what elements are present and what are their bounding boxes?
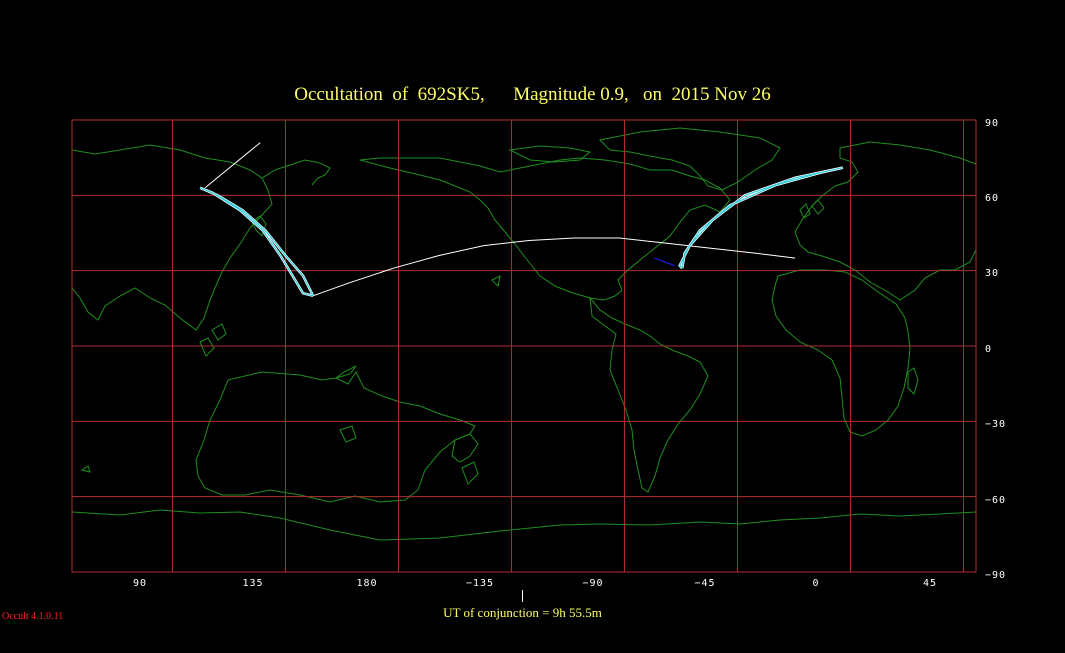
short-segment bbox=[654, 257, 675, 267]
centre-track bbox=[204, 142, 261, 189]
coastline bbox=[589, 296, 709, 493]
lat-label: −30 bbox=[985, 419, 1007, 430]
lon-label: 90 bbox=[132, 578, 148, 589]
coastline bbox=[261, 159, 331, 186]
coastline bbox=[195, 371, 476, 503]
lat-label: 30 bbox=[985, 268, 1000, 279]
ut-of-conjunction: UT of conjunction = 9h 55.5m bbox=[443, 605, 602, 620]
limit-loop-pacific-outline bbox=[199, 186, 315, 298]
lon-label: −90 bbox=[582, 578, 604, 589]
limit-loop-atlantic bbox=[678, 167, 844, 269]
coastline bbox=[794, 141, 977, 301]
lon-label: 45 bbox=[922, 578, 938, 589]
lon-label: −135 bbox=[465, 578, 495, 589]
limit-loop-atlantic-outline bbox=[678, 166, 844, 270]
coastline bbox=[508, 145, 592, 163]
lon-label: 0 bbox=[812, 578, 820, 589]
coastline bbox=[771, 269, 911, 437]
coastline bbox=[491, 275, 501, 288]
occultation-tracks bbox=[199, 142, 844, 298]
lon-label: 180 bbox=[356, 578, 378, 589]
lat-label: 60 bbox=[985, 193, 1000, 204]
app-version: Occult 4.1.0.11 bbox=[2, 611, 64, 622]
coastline bbox=[359, 157, 731, 301]
lat-label: −60 bbox=[985, 495, 1007, 506]
coastline bbox=[907, 367, 919, 395]
lat-label: 90 bbox=[985, 118, 1000, 129]
map-title: Occultation of 692SK5, Magnitude 0.9, on… bbox=[294, 84, 771, 105]
coastline bbox=[339, 425, 357, 443]
coastline bbox=[451, 433, 479, 463]
coastline bbox=[211, 323, 227, 341]
coastline bbox=[80, 465, 91, 473]
coastline bbox=[811, 199, 825, 215]
coastline bbox=[71, 509, 977, 541]
centre-track bbox=[312, 237, 796, 297]
lat-label: 0 bbox=[985, 344, 993, 355]
coastline bbox=[199, 337, 215, 357]
lat-label: −90 bbox=[985, 570, 1007, 581]
conjunction-tick bbox=[522, 590, 523, 602]
graticule bbox=[71, 119, 977, 573]
coastline bbox=[461, 461, 479, 485]
coastline bbox=[598, 127, 781, 191]
lon-label: 135 bbox=[242, 578, 264, 589]
lon-label: −45 bbox=[694, 578, 716, 589]
